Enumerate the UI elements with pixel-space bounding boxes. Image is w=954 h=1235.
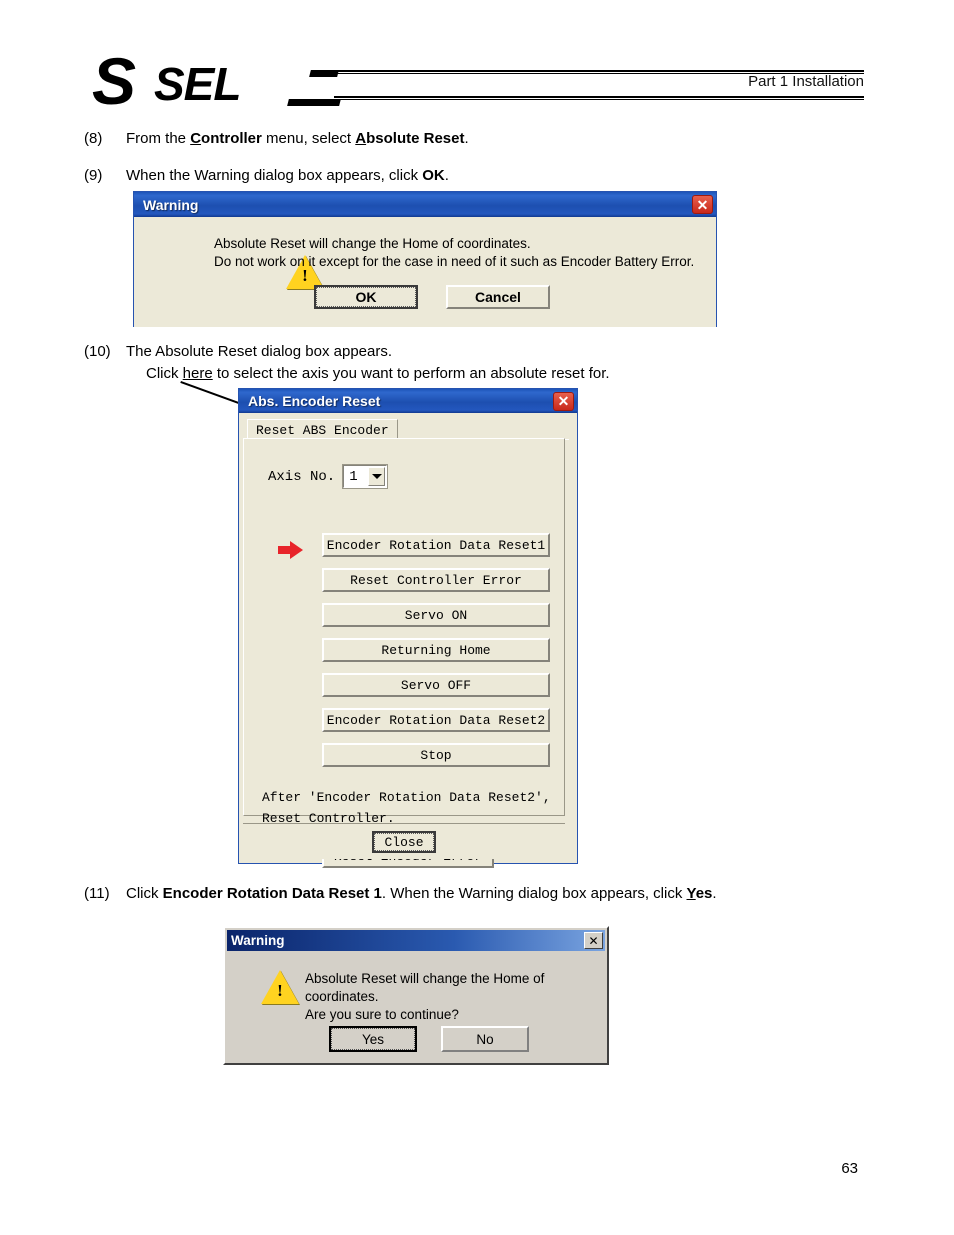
step-8-text-part2: menu, select — [261, 130, 356, 147]
axis-no-row: Axis No. 1 — [268, 464, 389, 489]
close-icon[interactable]: ✕ — [692, 195, 713, 214]
tab-panel-reset-abs-encoder: Axis No. 1 Encoder Rotation Data Reset1 … — [243, 438, 565, 868]
step-9-number: (9) — [84, 167, 103, 184]
warning-dialog-2-title: Warning — [231, 933, 285, 948]
step-11-bold-yes: es — [695, 885, 713, 902]
logo-s-glyph: S — [92, 44, 136, 118]
warning-dialog-2-titlebar: Warning ✕ — [227, 930, 605, 951]
logo-bar-lower — [287, 99, 341, 106]
cancel-button[interactable]: Cancel — [446, 285, 550, 309]
step-11-text-part1: Click — [126, 885, 163, 902]
step-10-line2-here: here — [182, 364, 213, 382]
step-9-text-part1: When the Warning dialog box appears, cli… — [126, 167, 423, 184]
warning-dialog-1-message-line2: Do not work on it except for the case in… — [214, 254, 695, 270]
abs-dialog-title: Abs. Encoder Reset — [248, 393, 381, 409]
stop-button[interactable]: Stop — [322, 743, 550, 767]
warning-triangle-icon: ! — [261, 970, 299, 1004]
returning-home-button[interactable]: Returning Home — [322, 638, 550, 662]
reset-controller-error-button[interactable]: Reset Controller Error — [322, 568, 550, 592]
step-9-text: When the Warning dialog box appears, cli… — [126, 165, 784, 187]
step-10-line1: The Absolute Reset dialog box appears. — [126, 343, 393, 360]
step-8-text: From the Controller menu, select Absolut… — [126, 128, 784, 150]
step-8-bold-absolute-key: A — [355, 130, 367, 147]
step-11-text-part3: . — [712, 885, 717, 902]
encoder-rotation-data-reset2-button[interactable]: Encoder Rotation Data Reset2 — [322, 708, 550, 732]
step-10-number: (10) — [84, 343, 111, 360]
abs-dialog-body: Reset ABS Encoder Axis No. 1 Encoder Rot… — [239, 413, 577, 868]
chevron-down-icon[interactable] — [368, 467, 386, 486]
step-8-text-part1: From the — [126, 130, 191, 147]
axis-no-label: Axis No. — [268, 468, 336, 485]
logo-sel-text: SEL — [154, 58, 241, 110]
warning-dialog-1-body: ! Absolute Reset will change the Home of… — [134, 217, 716, 327]
step-11-number: (11) — [84, 885, 110, 902]
warning-dialog-1-buttons: OK Cancel — [314, 285, 550, 309]
step-9-bold-ok: OK — [422, 167, 445, 184]
step-10-line2: Click here to select the axis you want t… — [146, 363, 784, 385]
red-arrow-annotation-icon — [278, 541, 304, 559]
abs-dialog-titlebar: Abs. Encoder Reset ✕ — [239, 389, 577, 413]
yes-button[interactable]: Yes — [329, 1026, 417, 1052]
axis-no-value: 1 — [349, 468, 358, 485]
step-9: (9) When the Warning dialog box appears,… — [84, 165, 784, 187]
step-10-line2-part2: to select the axis you want to perform a… — [212, 364, 610, 382]
warning-dialog-2-message: Absolute Reset will change the Home of c… — [305, 970, 607, 1025]
step-11-bold-yes-key: Y — [686, 885, 696, 902]
warning-dialog-1-title: Warning — [143, 196, 199, 213]
abs-dialog-note-line1: After 'Encoder Rotation Data Reset2', — [262, 790, 551, 805]
step-8-bold-absolute-reset: bsolute Reset — [366, 130, 465, 147]
axis-no-select[interactable]: 1 — [342, 464, 389, 489]
step-10: (10) The Absolute Reset dialog box appea… — [84, 341, 784, 385]
step-8: (8) From the Controller menu, select Abs… — [84, 128, 784, 150]
page-header: S SEL Part 1 Installation — [0, 0, 954, 118]
warning-dialog-2: Warning ✕ ! Absolute Reset will change t… — [223, 926, 609, 1065]
no-button[interactable]: No — [441, 1026, 529, 1052]
header-section-title: Part 1 Installation — [748, 73, 864, 90]
warning-dialog-1-titlebar: Warning ✕ — [134, 192, 716, 217]
header-rule-bottom — [334, 96, 864, 100]
encoder-rotation-data-reset1-button[interactable]: Encoder Rotation Data Reset1 — [322, 533, 550, 557]
step-11: (11) Click Encoder Rotation Data Reset 1… — [84, 883, 864, 905]
servo-on-button[interactable]: Servo ON — [322, 603, 550, 627]
step-8-bold-controller-key: C — [190, 130, 202, 147]
step-8-number: (8) — [84, 130, 103, 147]
step-10-line2-part1: Click — [146, 364, 183, 382]
warning-dialog-2-buttons: Yes No — [329, 1026, 529, 1052]
step-9-text-part2: . — [444, 167, 449, 184]
warning-dialog-2-message-line1: Absolute Reset will change the Home of c… — [305, 971, 545, 1005]
step-8-text-part3: . — [464, 130, 469, 147]
step-11-text-part2: . When the Warning dialog box appears, c… — [381, 885, 687, 902]
tab-strip: Reset ABS Encoder — [247, 419, 573, 440]
abs-encoder-reset-dialog: Abs. Encoder Reset ✕ Reset ABS Encoder A… — [238, 388, 578, 868]
warning-dialog-1-message: Absolute Reset will change the Home of c… — [214, 235, 694, 271]
warning-dialog-2-message-line2: Are you sure to continue? — [305, 1007, 459, 1023]
abs-dialog-footer: Close — [243, 823, 565, 859]
close-button[interactable]: Close — [372, 831, 436, 853]
step-11-text: Click Encoder Rotation Data Reset 1. Whe… — [126, 883, 864, 905]
close-icon[interactable]: ✕ — [584, 932, 603, 949]
step-8-bold-controller: ontroller — [201, 130, 262, 147]
warning-dialog-1: Warning ✕ ! Absolute Reset will change t… — [133, 191, 717, 327]
warning-dialog-1-message-line1: Absolute Reset will change the Home of c… — [214, 236, 531, 251]
step-10-text: The Absolute Reset dialog box appears. C… — [126, 341, 784, 385]
action-button-list: Encoder Rotation Data Reset1 Reset Contr… — [322, 533, 550, 778]
ok-button[interactable]: OK — [314, 285, 418, 309]
tab-reset-abs-encoder[interactable]: Reset ABS Encoder — [247, 419, 398, 440]
servo-off-button[interactable]: Servo OFF — [322, 673, 550, 697]
ssel-logo: S SEL — [92, 48, 342, 114]
step-11-bold-reset1: Encoder Rotation Data Reset 1 — [162, 885, 382, 902]
page-number: 63 — [841, 1160, 858, 1177]
close-icon[interactable]: ✕ — [553, 391, 574, 411]
